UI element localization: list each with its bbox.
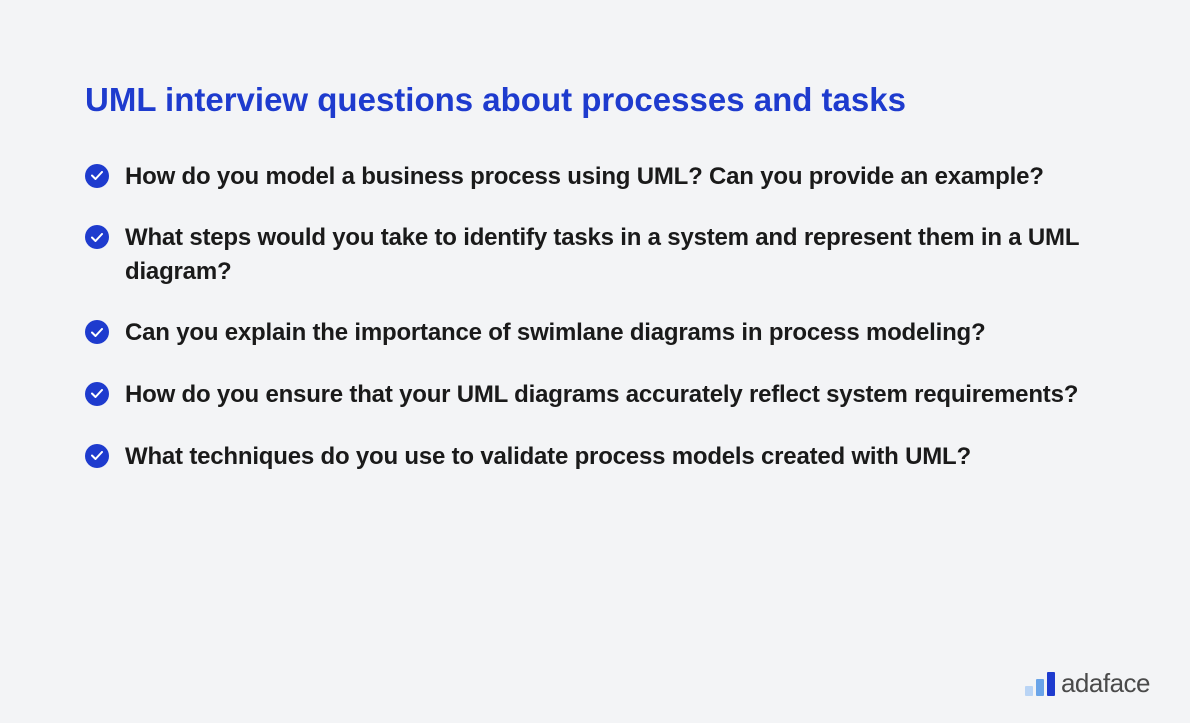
list-item: What techniques do you use to validate p…: [85, 440, 1105, 474]
question-text: Can you explain the importance of swimla…: [125, 316, 985, 350]
check-circle-icon: [85, 225, 109, 249]
list-item: How do you model a business process usin…: [85, 160, 1105, 194]
question-list: How do you model a business process usin…: [85, 160, 1105, 474]
question-text: How do you model a business process usin…: [125, 160, 1044, 194]
brand-logo: adaface: [1025, 668, 1150, 699]
logo-text: adaface: [1061, 668, 1150, 699]
list-item: Can you explain the importance of swimla…: [85, 316, 1105, 350]
list-item: What steps would you take to identify ta…: [85, 221, 1105, 288]
check-circle-icon: [85, 444, 109, 468]
check-circle-icon: [85, 382, 109, 406]
page-heading: UML interview questions about processes …: [85, 80, 1105, 120]
check-circle-icon: [85, 164, 109, 188]
question-text: How do you ensure that your UML diagrams…: [125, 378, 1078, 412]
question-text: What techniques do you use to validate p…: [125, 440, 971, 474]
check-circle-icon: [85, 320, 109, 344]
logo-bars-icon: [1025, 672, 1055, 696]
list-item: How do you ensure that your UML diagrams…: [85, 378, 1105, 412]
question-text: What steps would you take to identify ta…: [125, 221, 1105, 288]
